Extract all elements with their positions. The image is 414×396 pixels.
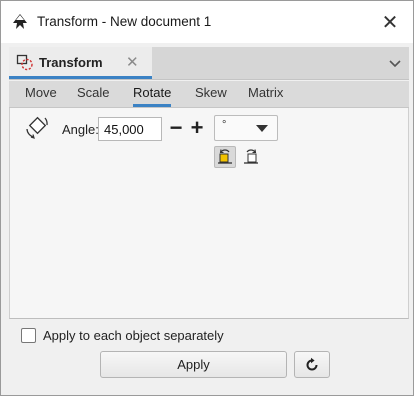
title-bar: Transform - New document 1 ✕ xyxy=(1,1,413,43)
transform-dialog-window: Transform - New document 1 ✕ Transform ✕… xyxy=(0,0,414,396)
angle-unit-value: ° xyxy=(222,119,227,131)
tab-rotate[interactable]: Rotate xyxy=(133,85,172,107)
tab-matrix[interactable]: Matrix xyxy=(248,85,283,107)
apply-separately-checkbox[interactable] xyxy=(21,328,36,343)
angle-decrement-button[interactable]: − xyxy=(166,116,186,140)
transform-dialog-icon xyxy=(16,54,33,71)
window-close-button[interactable]: ✕ xyxy=(367,1,413,43)
reset-button[interactable] xyxy=(294,351,330,378)
rotate-clockwise-icon xyxy=(244,149,258,164)
rotate-object-icon xyxy=(26,116,48,139)
tab-transform-label: Transform xyxy=(39,55,103,70)
rotate-counterclockwise-button[interactable] xyxy=(214,146,236,168)
tab-transform[interactable]: Transform ✕ xyxy=(9,47,152,79)
angle-label: Angle: xyxy=(62,122,99,137)
apply-separately-label: Apply to each object separately xyxy=(43,328,224,343)
tab-skew[interactable]: Skew xyxy=(195,85,227,107)
window-title: Transform - New document 1 xyxy=(37,14,212,29)
tab-scale[interactable]: Scale xyxy=(77,85,110,107)
apply-separately-option[interactable]: Apply to each object separately xyxy=(21,328,224,343)
angle-increment-button[interactable]: + xyxy=(187,116,207,140)
rotate-clockwise-button[interactable] xyxy=(240,146,262,168)
reset-refresh-icon xyxy=(306,357,318,370)
angle-input[interactable] xyxy=(98,117,162,141)
transform-subtabs: Move Scale Rotate Skew Matrix xyxy=(9,81,409,108)
tab-move[interactable]: Move xyxy=(25,85,57,107)
notebook-header: Transform ✕ xyxy=(9,47,409,80)
apply-button[interactable]: Apply xyxy=(100,351,287,378)
rotate-counterclockwise-icon xyxy=(218,149,232,164)
dropdown-arrow-icon xyxy=(256,125,268,132)
chevron-down-icon[interactable] xyxy=(387,55,403,71)
tab-close-icon[interactable]: ✕ xyxy=(126,53,139,71)
inkscape-logo-icon xyxy=(13,14,27,29)
angle-unit-select[interactable]: ° xyxy=(214,115,278,141)
rotate-panel: Angle: − + ° xyxy=(9,108,409,319)
